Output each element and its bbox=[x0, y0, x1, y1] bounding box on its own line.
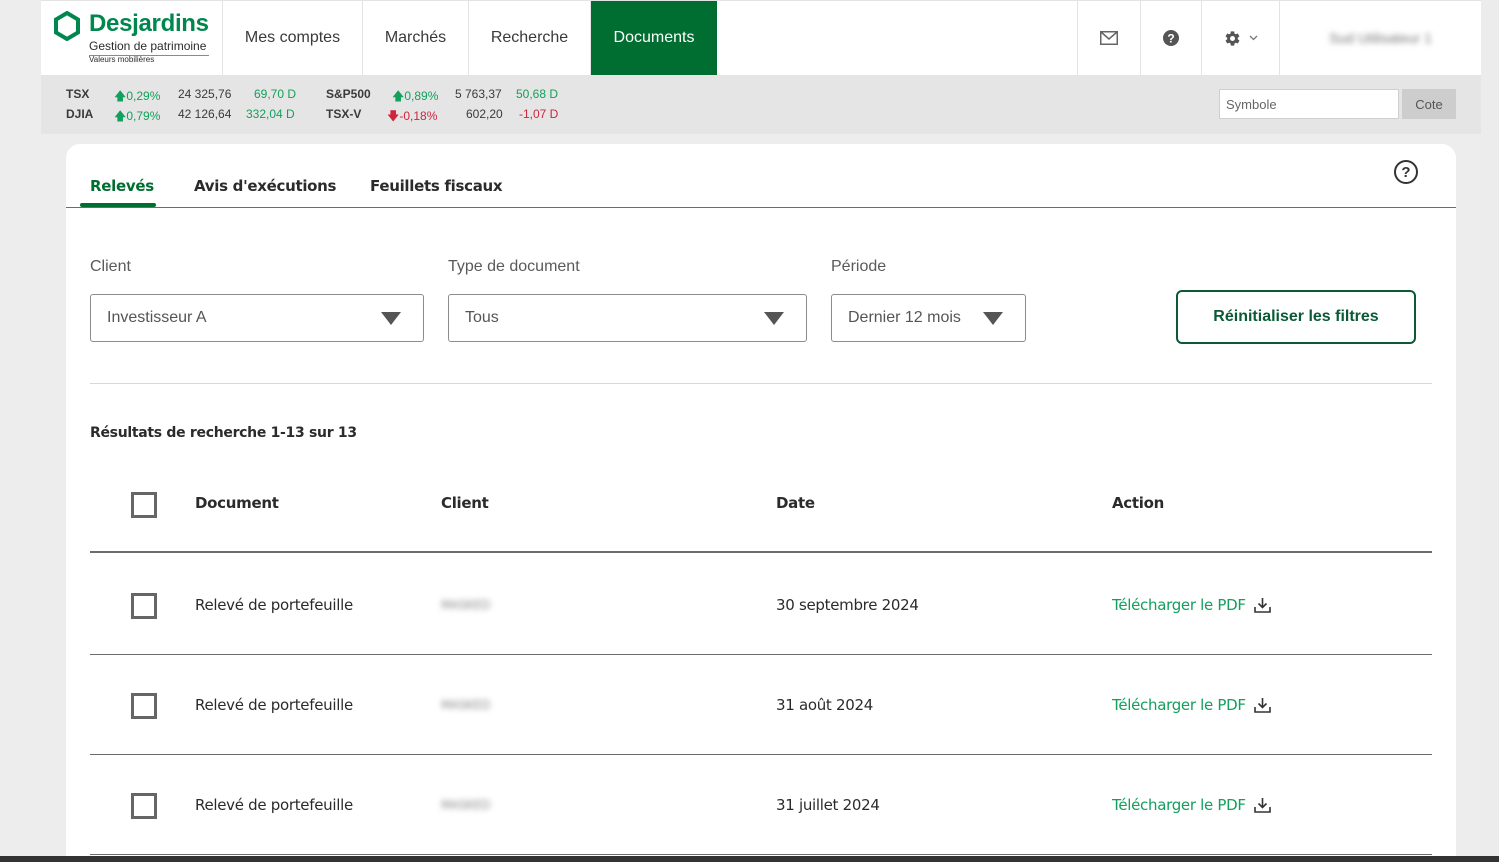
download-pdf-link[interactable]: Télécharger le PDF bbox=[1112, 696, 1271, 714]
client-name-masked: MASKED bbox=[441, 598, 491, 612]
download-pdf-link[interactable]: Télécharger le PDF bbox=[1112, 596, 1271, 614]
period-select[interactable]: Dernier 12 mois bbox=[831, 294, 1026, 342]
table-row: Relevé de portefeuille MASKED 31 août 20… bbox=[90, 655, 1432, 755]
tab-releves[interactable]: Relevés bbox=[90, 177, 154, 195]
doc-type-select[interactable]: Tous bbox=[448, 294, 807, 342]
help-icon: ? bbox=[1163, 30, 1179, 46]
desjardins-logo[interactable]: Desjardins Gestion de patrimoine Valeurs… bbox=[41, 1, 223, 75]
reset-filters-button[interactable]: Réinitialiser les filtres bbox=[1176, 290, 1416, 344]
caret-down-icon bbox=[983, 312, 1003, 325]
ticker-value: 602,20 bbox=[466, 107, 503, 121]
settings-menu-button[interactable] bbox=[1202, 1, 1280, 75]
ticker-symbol: TSX-V bbox=[326, 107, 362, 121]
brand-name: Desjardins bbox=[89, 10, 209, 37]
brand-subtitle: Gestion de patrimoine bbox=[89, 39, 209, 56]
download-pdf-label: Télécharger le PDF bbox=[1112, 696, 1246, 714]
column-header-client[interactable]: Client bbox=[441, 494, 489, 512]
mail-icon bbox=[1100, 31, 1118, 45]
filters-divider bbox=[90, 383, 1432, 384]
page-scroll-gutter bbox=[1481, 0, 1499, 856]
document-date: 30 septembre 2024 bbox=[776, 596, 919, 614]
ticker-symbol: DJIA bbox=[66, 107, 94, 121]
client-filter-label: Client bbox=[90, 258, 131, 275]
download-pdf-label: Télécharger le PDF bbox=[1112, 796, 1246, 814]
client-select[interactable]: Investisseur A bbox=[90, 294, 424, 342]
doc-type-select-value: Tous bbox=[465, 309, 499, 326]
row-checkbox[interactable] bbox=[131, 593, 157, 619]
tab-avis-executions[interactable]: Avis d'exécutions bbox=[194, 177, 337, 195]
row-checkbox[interactable] bbox=[131, 693, 157, 719]
ticker-symbol: TSX bbox=[66, 87, 90, 101]
ticker-pct: 🡅︎0,89% bbox=[392, 89, 439, 103]
caret-down-icon bbox=[764, 312, 784, 325]
brand-subtitle-2: Valeurs mobilières bbox=[89, 55, 155, 64]
help-button[interactable]: ? bbox=[1141, 1, 1202, 75]
document-name: Relevé de portefeuille bbox=[195, 796, 353, 814]
download-pdf-label: Télécharger le PDF bbox=[1112, 596, 1246, 614]
client-name-masked: MASKED bbox=[441, 798, 491, 812]
client-select-value: Investisseur A bbox=[107, 309, 207, 326]
nav-marches[interactable]: Marchés bbox=[363, 1, 469, 75]
caret-down-icon bbox=[381, 312, 401, 325]
ticker-change: 50,68 D bbox=[516, 87, 559, 101]
ticker-value: 42 126,64 bbox=[178, 107, 232, 121]
column-header-action: Action bbox=[1112, 494, 1164, 512]
user-menu[interactable]: Sud Utilisateur 1 bbox=[1280, 1, 1481, 75]
ticker-change: 332,04 D bbox=[246, 107, 295, 121]
ticker-pct: 🡅︎0,79% bbox=[114, 109, 161, 123]
user-name: Sud Utilisateur 1 bbox=[1329, 30, 1432, 46]
nav-spacer bbox=[717, 1, 1078, 75]
client-name-masked: MASKED bbox=[441, 698, 491, 712]
column-header-date[interactable]: Date bbox=[776, 494, 815, 512]
window-bottom-edge bbox=[0, 856, 1499, 862]
svg-text:?: ? bbox=[1167, 32, 1174, 46]
nav-documents[interactable]: Documents bbox=[591, 1, 717, 75]
help-circle-icon[interactable]: ? bbox=[1394, 160, 1418, 184]
download-pdf-link[interactable]: Télécharger le PDF bbox=[1112, 796, 1271, 814]
ticker-symbol: S&P500 bbox=[326, 87, 371, 101]
nav-recherche[interactable]: Recherche bbox=[469, 1, 591, 75]
tab-feuillets-fiscaux[interactable]: Feuillets fiscaux bbox=[370, 177, 503, 195]
document-date: 31 août 2024 bbox=[776, 696, 873, 714]
ticker-change: -1,07 D bbox=[519, 107, 559, 121]
nav-mes-comptes[interactable]: Mes comptes bbox=[223, 1, 363, 75]
gear-icon bbox=[1225, 30, 1239, 46]
table-header: Document Client Date Action bbox=[90, 474, 1432, 553]
chevron-down-icon bbox=[1249, 35, 1257, 41]
hexagon-logo-icon bbox=[54, 11, 80, 41]
row-checkbox[interactable] bbox=[131, 793, 157, 819]
column-header-document[interactable]: Document bbox=[195, 494, 279, 512]
quote-button[interactable]: Cote bbox=[1402, 89, 1456, 119]
download-icon bbox=[1253, 798, 1271, 813]
document-date: 31 juillet 2024 bbox=[776, 796, 880, 814]
ticker-change: 69,70 D bbox=[254, 87, 297, 101]
market-ticker: TSX 🡅︎0,29% 24 325,76 69,70 D DJIA 🡅︎0,7… bbox=[41, 75, 1481, 134]
download-icon bbox=[1253, 598, 1271, 613]
symbol-input[interactable] bbox=[1219, 89, 1399, 119]
document-name: Relevé de portefeuille bbox=[195, 696, 353, 714]
period-filter-label: Période bbox=[831, 258, 887, 275]
select-all-checkbox[interactable] bbox=[131, 492, 157, 518]
table-row: Relevé de portefeuille MASKED 31 juillet… bbox=[90, 755, 1432, 855]
download-icon bbox=[1253, 698, 1271, 713]
document-tabs: Relevés Avis d'exécutions Feuillets fisc… bbox=[66, 144, 1456, 208]
ticker-value: 5 763,37 bbox=[455, 87, 502, 101]
ticker-value: 24 325,76 bbox=[178, 87, 232, 101]
active-tab-indicator bbox=[80, 203, 156, 207]
doc-type-filter-label: Type de document bbox=[448, 258, 580, 275]
top-navigation: Desjardins Gestion de patrimoine Valeurs… bbox=[41, 0, 1481, 75]
ticker-pct: 🡇︎-0,18% bbox=[387, 109, 438, 123]
table-row: Relevé de portefeuille MASKED 30 septemb… bbox=[90, 555, 1432, 655]
document-name: Relevé de portefeuille bbox=[195, 596, 353, 614]
documents-card: Relevés Avis d'exécutions Feuillets fisc… bbox=[66, 144, 1456, 862]
results-count: Résultats de recherche 1-13 sur 13 bbox=[90, 425, 357, 441]
period-select-value: Dernier 12 mois bbox=[848, 309, 961, 326]
ticker-pct: 🡅︎0,29% bbox=[114, 89, 161, 103]
messages-button[interactable] bbox=[1078, 1, 1141, 75]
